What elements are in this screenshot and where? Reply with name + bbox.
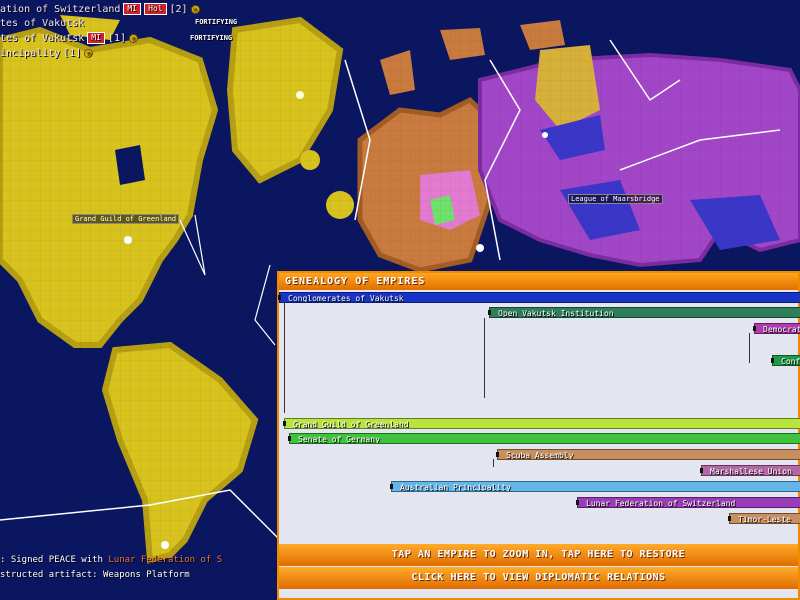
tree-connector	[493, 459, 494, 467]
coin-icon: ◎	[190, 4, 200, 14]
badge: MI	[87, 32, 105, 44]
badge: MI	[123, 3, 142, 15]
empire-bar-marker	[278, 295, 281, 300]
map-label-league[interactable]: League of Maarsbridge	[568, 194, 663, 204]
empire-bar[interactable]: Grand Guild of Greenland	[284, 418, 800, 429]
faction-count: [1]	[63, 47, 82, 59]
faction-row[interactable]: ation of Switzerland MI Hol [2] ◎	[0, 2, 200, 16]
genealogy-panel[interactable]: GENEALOGY OF EMPIRES Conglomerates of Va…	[277, 271, 800, 600]
faction-name: incipality	[0, 47, 61, 59]
empire-bar-marker	[496, 452, 499, 457]
faction-row[interactable]: tes of Vakutsk	[0, 16, 84, 30]
event-text: : Signed PEACE with	[0, 555, 103, 565]
faction-count: [2]	[169, 3, 188, 15]
fortifying-tag: FORTIFYING	[195, 18, 238, 26]
fortifying-tag: FORTIFYING	[190, 34, 233, 42]
empire-bar-marker	[576, 500, 579, 505]
empire-bar[interactable]: Australian Principality	[391, 481, 800, 492]
empire-bar-marker	[390, 484, 393, 489]
empire-bar[interactable]: Open Vakutsk Institution	[489, 307, 800, 318]
faction-row[interactable]: tes of Vakutsk MI [1] ◎	[0, 31, 138, 45]
badge: Hol	[144, 3, 167, 15]
tree-connector	[749, 333, 750, 363]
empire-bar[interactable]: Scuba Assembly	[497, 449, 800, 460]
empire-bar[interactable]: Lunar Federation of Switzerland	[577, 497, 800, 508]
event-log-line: structed artifact: Weapons Platform	[0, 570, 190, 580]
faction-row[interactable]: incipality [1] ◎	[0, 46, 94, 60]
empire-bar[interactable]: Timor-Leste	[729, 513, 800, 524]
faction-name: tes of Vakutsk	[0, 17, 85, 29]
coin-icon: ◎	[129, 33, 138, 43]
diplomatic-relations-button[interactable]: CLICK HERE TO VIEW DIPLOMATIC RELATIONS	[279, 567, 798, 589]
map-label-greenland-guild[interactable]: Grand Guild of Greenland	[72, 214, 180, 224]
event-log-line: : Signed PEACE with Lunar Federation of …	[0, 555, 222, 565]
empire-bar[interactable]: Marshallese Union	[701, 465, 800, 476]
empire-bar-marker	[700, 468, 703, 473]
empire-bar-marker	[283, 421, 286, 426]
faction-name: tes of Vakutsk	[0, 32, 85, 44]
empire-bar[interactable]: Confe	[772, 355, 800, 366]
faction-name: ation of Switzerland	[0, 3, 121, 15]
empire-bar-marker	[488, 310, 491, 315]
empire-bar[interactable]: Conglomerates of Vakutsk	[279, 292, 800, 303]
empire-bar[interactable]: Senate of Germany	[289, 433, 800, 444]
event-empire-name: Lunar Federation of S	[108, 555, 223, 565]
faction-count: [1]	[107, 32, 126, 44]
empire-bar-marker	[728, 516, 731, 521]
tree-connector	[284, 303, 285, 413]
zoom-restore-button[interactable]: TAP AN EMPIRE TO ZOOM IN, TAP HERE TO RE…	[279, 544, 798, 566]
empire-bar[interactable]: Democratic	[754, 323, 800, 334]
genealogy-title: GENEALOGY OF EMPIRES	[279, 273, 798, 290]
empire-bar-marker	[288, 436, 291, 441]
empire-bar-marker	[753, 326, 756, 331]
empire-bar-marker	[771, 358, 774, 363]
coin-icon: ◎	[84, 48, 94, 58]
tree-connector	[484, 318, 485, 398]
